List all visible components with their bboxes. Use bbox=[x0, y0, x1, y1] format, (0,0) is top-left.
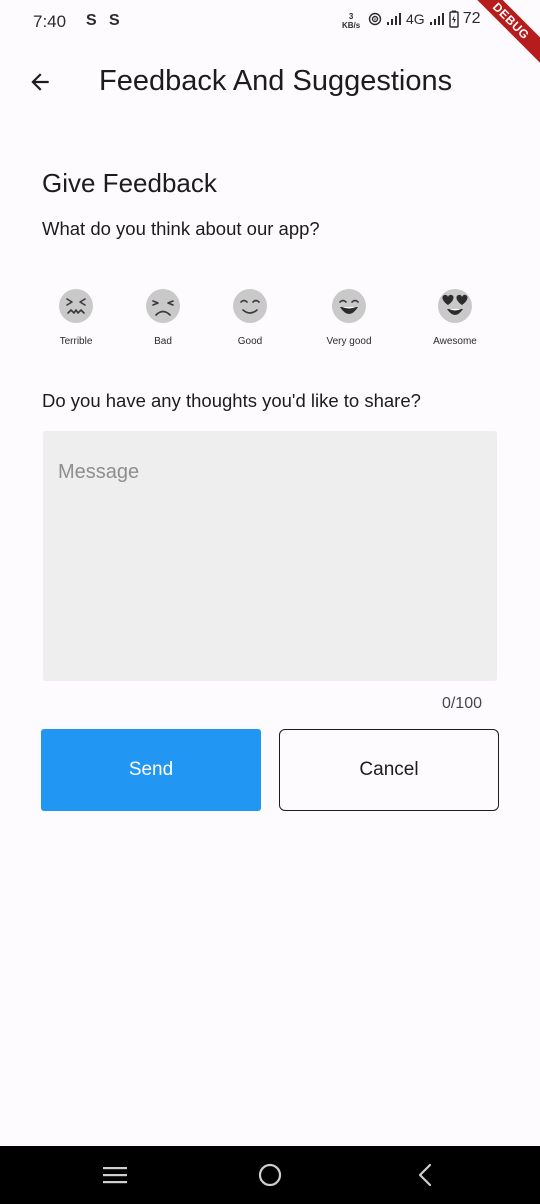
rating-label: Good bbox=[237, 336, 263, 347]
home-icon bbox=[258, 1163, 282, 1187]
battery-icon bbox=[448, 10, 459, 28]
cancel-button[interactable]: Cancel bbox=[279, 729, 499, 811]
rating-terrible[interactable]: Terrible bbox=[36, 288, 116, 347]
rating-label: Bad bbox=[154, 336, 172, 347]
rating-label: Very good bbox=[326, 336, 372, 347]
face-very-good-icon bbox=[332, 289, 366, 323]
face-terrible-icon bbox=[59, 289, 93, 323]
rating-options: Terrible Bad Good Very good Awesome bbox=[0, 288, 540, 348]
status-icons: 4G 72 bbox=[368, 10, 480, 28]
home-button[interactable] bbox=[255, 1160, 285, 1190]
face-awesome-icon bbox=[438, 289, 472, 323]
rating-question: What do you think about our app? bbox=[42, 218, 320, 239]
rating-very-good[interactable]: Very good bbox=[309, 288, 389, 347]
rating-label: Awesome bbox=[433, 336, 477, 347]
battery-percent: 72 bbox=[462, 10, 481, 27]
network-speed-value: 3 bbox=[348, 12, 354, 21]
message-input[interactable] bbox=[43, 431, 497, 681]
status-time: 7:40 bbox=[33, 12, 67, 31]
system-back-button[interactable] bbox=[410, 1160, 440, 1190]
arrow-back-icon bbox=[31, 73, 49, 91]
rating-awesome[interactable]: Awesome bbox=[415, 288, 495, 347]
sim-icon: S bbox=[109, 12, 120, 29]
rating-good[interactable]: Good bbox=[210, 288, 290, 347]
network-speed: 3 KB/s bbox=[342, 12, 360, 30]
system-nav-bar bbox=[0, 1146, 540, 1204]
section-title: Give Feedback bbox=[42, 168, 217, 198]
signal-icon bbox=[387, 13, 401, 25]
page-title: Feedback And Suggestions bbox=[99, 65, 453, 97]
network-speed-unit: KB/s bbox=[342, 21, 361, 30]
thoughts-question: Do you have any thoughts you'd like to s… bbox=[42, 390, 421, 411]
character-counter: 0/100 bbox=[441, 695, 482, 712]
back-button[interactable] bbox=[22, 64, 58, 100]
rating-bad[interactable]: Bad bbox=[123, 288, 203, 347]
send-button[interactable]: Send bbox=[41, 729, 261, 811]
app-bar: Feedback And Suggestions bbox=[0, 52, 540, 112]
hotspot-icon bbox=[368, 12, 382, 26]
network-type-label: 4G bbox=[406, 11, 425, 27]
rating-label: Terrible bbox=[59, 336, 93, 347]
menu-icon bbox=[103, 1167, 127, 1184]
recent-apps-button[interactable] bbox=[100, 1160, 130, 1190]
sim-icon: S bbox=[86, 12, 97, 29]
face-good-icon bbox=[233, 289, 267, 323]
status-bar: 7:40 S S 3 KB/s 4G 72 bbox=[0, 0, 540, 44]
back-nav-icon bbox=[418, 1163, 432, 1187]
signal-icon bbox=[429, 13, 444, 25]
face-bad-icon bbox=[146, 289, 180, 323]
